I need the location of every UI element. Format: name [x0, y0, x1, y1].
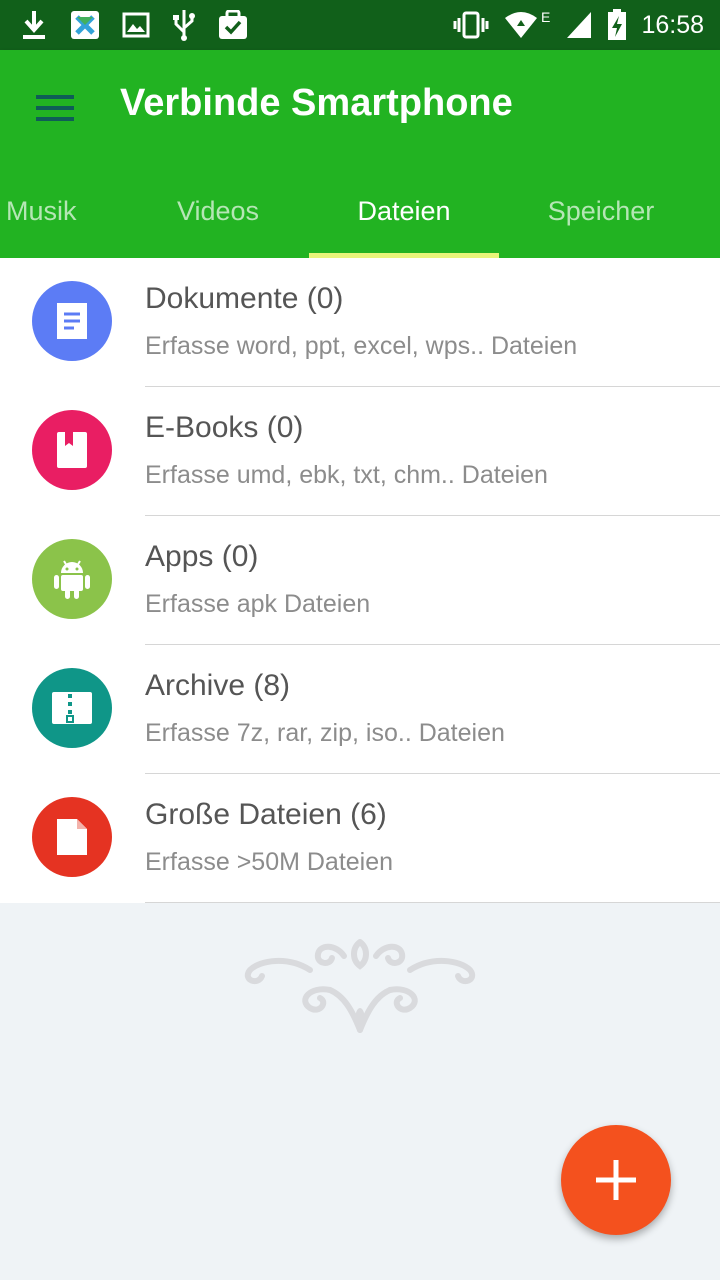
network-type-label: E: [541, 10, 550, 25]
category-subtitle: Erfasse 7z, rar, zip, iso.. Dateien: [145, 719, 505, 747]
category-title: Apps (0): [145, 540, 259, 573]
category-subtitle: Erfasse word, ppt, excel, wps.. Dateien: [145, 332, 578, 360]
decorative-ornament-icon: [244, 939, 476, 1033]
category-apps[interactable]: Apps (0) Erfasse apk Dateien: [0, 516, 720, 645]
category-title: Archive (8): [145, 669, 291, 702]
download-icon: [23, 11, 45, 39]
category-archive[interactable]: Archive (8) Erfasse 7z, rar, zip, iso.. …: [0, 645, 720, 774]
app-notification-icon: [71, 11, 99, 39]
add-button[interactable]: [561, 1125, 671, 1235]
tab-bar: Musik Videos Dateien Speicher: [0, 180, 720, 258]
category-title: Dokumente (0): [145, 282, 344, 315]
archive-icon: [32, 668, 112, 748]
category-subtitle: Erfasse apk Dateien: [145, 590, 371, 618]
document-icon: [32, 281, 112, 361]
category-subtitle: Erfasse umd, ebk, txt, chm.. Dateien: [145, 461, 548, 489]
category-documents[interactable]: Dokumente (0) Erfasse word, ppt, excel, …: [0, 258, 720, 387]
plus-icon: [596, 1160, 636, 1200]
book-icon: [32, 410, 112, 490]
hamburger-menu-icon[interactable]: [36, 90, 76, 124]
category-list: Dokumente (0) Erfasse word, ppt, excel, …: [0, 258, 720, 903]
app-bar: Verbinde Smartphone Musik Videos Dateien…: [0, 50, 720, 258]
page-title: Verbinde Smartphone: [120, 82, 513, 124]
task-icon: [219, 10, 247, 39]
image-icon: [122, 12, 150, 38]
file-icon: [32, 797, 112, 877]
clock: 16:58: [641, 10, 704, 39]
tab-musik[interactable]: Musik: [6, 180, 82, 258]
category-title: E-Books (0): [145, 411, 304, 444]
android-icon: [32, 539, 112, 619]
tab-speicher[interactable]: Speicher: [520, 180, 682, 258]
category-title: Große Dateien (6): [145, 798, 387, 831]
category-ebooks[interactable]: E-Books (0) Erfasse umd, ebk, txt, chm..…: [0, 387, 720, 516]
tab-dateien[interactable]: Dateien: [309, 180, 499, 258]
usb-icon: [173, 10, 195, 41]
divider: [145, 902, 720, 903]
status-bar: E 16:58: [0, 0, 720, 50]
battery-icon: [608, 9, 627, 40]
vibrate-icon: [453, 11, 489, 39]
wifi-icon: E: [505, 10, 551, 38]
category-large-files[interactable]: Große Dateien (6) Erfasse >50M Dateien: [0, 774, 720, 903]
category-subtitle: Erfasse >50M Dateien: [145, 848, 394, 876]
signal-icon: [567, 12, 592, 38]
tab-videos[interactable]: Videos: [140, 180, 296, 258]
